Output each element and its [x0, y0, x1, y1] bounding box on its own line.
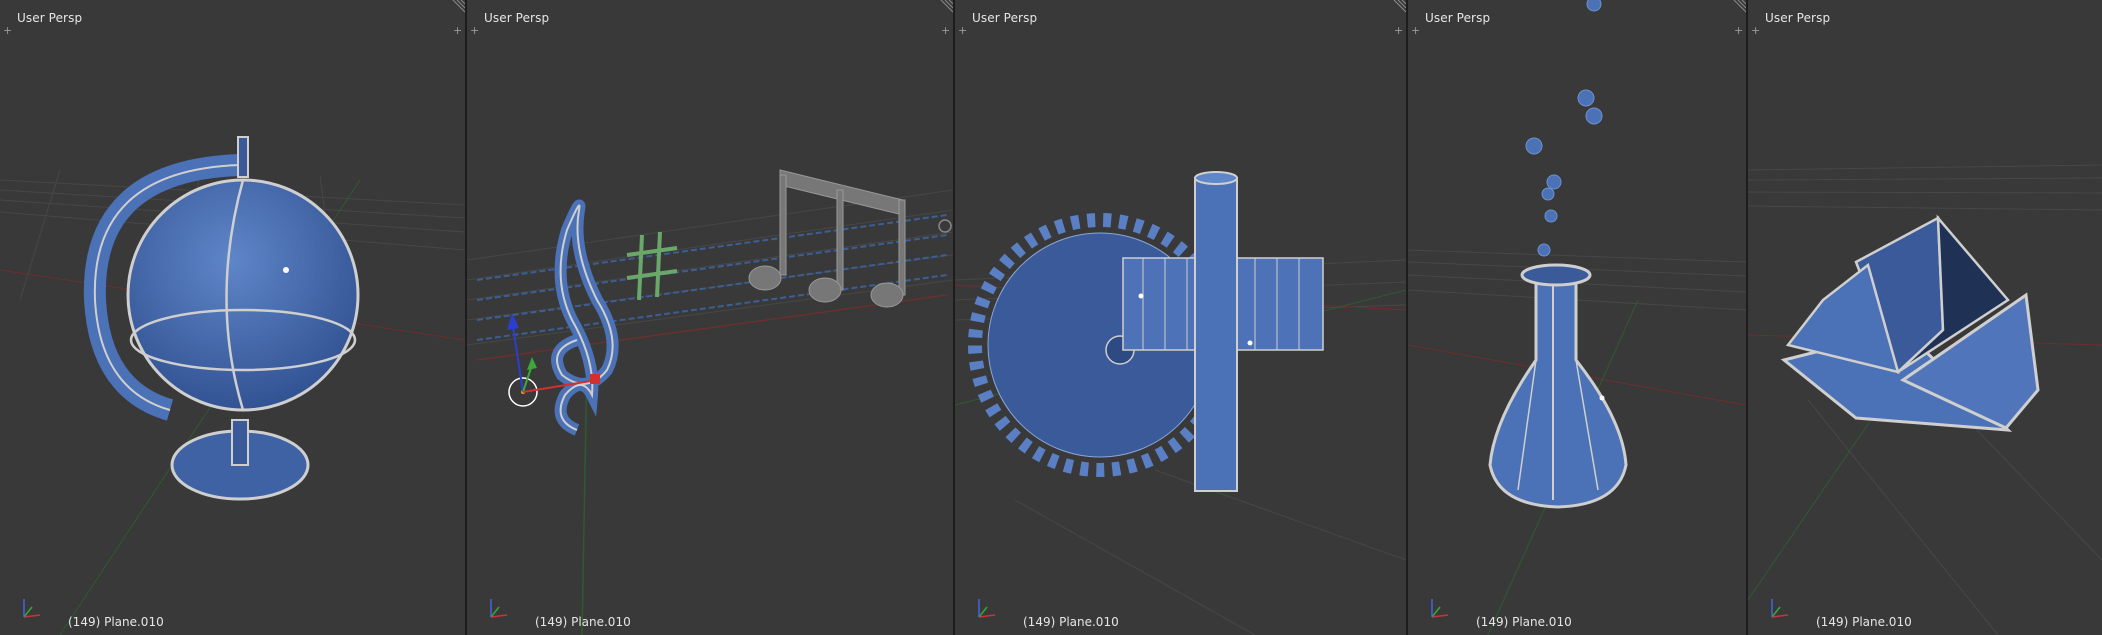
plus-icon[interactable]: +	[3, 25, 12, 36]
viewport-title: User Persp	[1765, 11, 1831, 25]
axes-icon	[978, 599, 996, 618]
viewport-scene	[955, 171, 1406, 635]
viewport-scene	[1748, 164, 2102, 635]
viewport-book[interactable]: User Persp + (149) Plane.010	[1748, 0, 2102, 635]
corner-hatch-icon[interactable]	[1732, 0, 1746, 14]
corner-hatch-icon[interactable]	[1392, 0, 1406, 14]
viewport-globe[interactable]: User Persp + + (149) Plane.010	[0, 0, 465, 635]
plus-icon[interactable]: +	[453, 25, 462, 36]
viewport-title: User Persp	[484, 11, 550, 25]
corner-hatch-icon[interactable]	[451, 0, 465, 14]
corner-hatch-icon[interactable]	[939, 0, 953, 14]
globe-model	[83, 136, 360, 501]
viewport-row: User Persp + + (149) Plane.010 User Pers…	[0, 0, 2102, 635]
gear-model	[968, 171, 1324, 492]
plus-icon[interactable]: +	[1394, 25, 1403, 36]
viewport-status: (149) Plane.010	[1023, 615, 1119, 629]
treble-clef-model	[551, 199, 619, 436]
viewport-status: (149) Plane.010	[535, 615, 631, 629]
plus-icon[interactable]: +	[1411, 25, 1420, 36]
viewport-gear[interactable]: User Persp + + (149) Plane.010	[955, 0, 1406, 635]
axes-icon	[1431, 599, 1449, 618]
viewport-scene	[0, 136, 465, 635]
viewport-status: (149) Plane.010	[1476, 615, 1572, 629]
viewport-scene	[467, 169, 953, 635]
viewport-title: User Persp	[1425, 11, 1491, 25]
viewport-title: User Persp	[972, 11, 1038, 25]
book-model	[1780, 214, 2040, 432]
axes-icon	[490, 599, 508, 618]
axes-icon	[23, 599, 41, 618]
plus-icon[interactable]: +	[958, 25, 967, 36]
viewport-status: (149) Plane.010	[1816, 615, 1912, 629]
viewport-scene	[1408, 0, 1746, 635]
viewport-title: User Persp	[17, 11, 83, 25]
plus-icon[interactable]: +	[941, 25, 950, 36]
viewport-status: (149) Plane.010	[68, 615, 164, 629]
plus-icon[interactable]: +	[470, 25, 479, 36]
viewport-treble-clef[interactable]: User Persp + + (149) Plane.010	[467, 0, 953, 635]
plus-icon[interactable]: +	[1734, 25, 1743, 36]
axes-icon	[1771, 599, 1789, 618]
bubbles	[1525, 0, 1603, 257]
viewport-flask[interactable]: User Persp + + (149) Plane.010	[1408, 0, 1746, 635]
sharp-symbol	[626, 231, 678, 301]
plus-icon[interactable]: +	[1751, 25, 1760, 36]
